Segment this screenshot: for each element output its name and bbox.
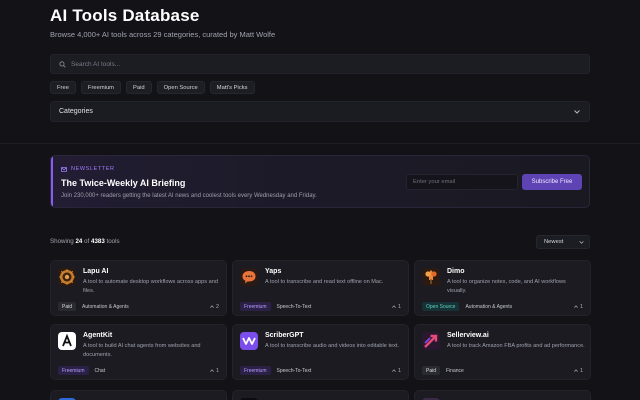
caret-up-icon	[210, 369, 214, 372]
newsletter-banner: NEWSLETTER The Twice-Weekly AI Briefing …	[50, 155, 590, 208]
tool-description: A tool to transcribe and read text offli…	[265, 279, 384, 285]
filter-open-source[interactable]: Open Source	[156, 81, 205, 94]
results-prefix: Showing	[50, 238, 74, 245]
sellerview-logo-icon	[422, 332, 440, 350]
caret-up-icon	[392, 305, 396, 308]
page-title: AI Tools Database	[50, 6, 200, 25]
category-label: Speech-To-Text	[276, 367, 312, 374]
search-icon	[59, 60, 66, 68]
subscribe-button[interactable]: Subscribe Free	[522, 174, 582, 190]
categories-label: Categories	[59, 108, 93, 115]
search-input[interactable]	[71, 60, 551, 68]
upvote-button[interactable]: 2	[210, 302, 219, 311]
sort-dropdown[interactable]: Newest	[536, 235, 590, 249]
tool-name: AgentKit	[83, 332, 113, 339]
lapu-logo-icon	[58, 268, 76, 286]
results-of: of	[84, 238, 90, 245]
tool-card[interactable]: ScriberGPT A tool to transcribe audio an…	[232, 324, 409, 380]
vote-count: 1	[579, 303, 583, 310]
section-divider	[0, 143, 640, 144]
sort-label: Newest	[544, 239, 564, 245]
category-label: Finance	[446, 367, 464, 374]
results-count: Showing 24 of 4383 tools	[50, 238, 120, 245]
mail-icon	[61, 166, 67, 172]
tool-card[interactable]	[50, 390, 227, 400]
caret-up-icon	[210, 305, 214, 308]
filter-free[interactable]: Free	[50, 81, 76, 94]
category-label: Automation & Agents	[465, 303, 513, 310]
upvote-button[interactable]: 1	[210, 366, 219, 375]
upvote-button[interactable]: 1	[574, 302, 583, 311]
chevron-down-icon	[579, 240, 584, 244]
tool-description: A tool to track Amazon FBA profits and a…	[447, 343, 585, 349]
scribergpt-logo-icon	[240, 332, 258, 350]
dimo-logo-icon	[422, 268, 440, 286]
pricing-badge: Open Source	[422, 302, 460, 311]
vote-count: 1	[215, 367, 219, 374]
vote-count: 1	[397, 303, 401, 310]
upvote-button[interactable]: 1	[574, 366, 583, 375]
agentkit-logo-icon	[58, 332, 76, 350]
filter-matts-picks[interactable]: Matt's Picks	[209, 81, 255, 94]
newsletter-accent-bar	[51, 156, 53, 207]
categories-dropdown[interactable]: Categories	[50, 101, 590, 122]
pricing-badge: Paid	[422, 366, 441, 375]
tool-name: Lapu AI	[83, 268, 109, 275]
newsletter-tag: NEWSLETTER	[61, 166, 115, 172]
tool-card[interactable]: Dimo A tool to organize notes, code, and…	[414, 260, 591, 316]
filter-paid[interactable]: Paid	[126, 81, 152, 94]
results-suffix: tools	[106, 238, 120, 245]
tool-name: Dimo	[447, 268, 465, 275]
caret-up-icon	[574, 369, 578, 372]
pricing-badge: Freemium	[240, 366, 271, 375]
page-subtitle: Browse 4,000+ AI tools across 29 categor…	[50, 30, 276, 39]
vote-count: 1	[397, 367, 401, 374]
tool-description: A tool to transcribe audio and videos in…	[265, 343, 400, 349]
results-total: 4383	[91, 238, 105, 245]
upvote-button[interactable]: 1	[392, 302, 401, 311]
vote-count: 1	[579, 367, 583, 374]
tool-card[interactable]: Yaps A tool to transcribe and read text …	[232, 260, 409, 316]
search-bar[interactable]	[50, 54, 590, 74]
newsletter-tag-label: NEWSLETTER	[71, 166, 115, 172]
newsletter-title: The Twice-Weekly AI Briefing	[61, 178, 186, 188]
vote-count: 2	[215, 303, 219, 310]
category-label: Chat	[94, 367, 106, 374]
chevron-down-icon	[574, 109, 580, 114]
category-label: Automation & Agents	[82, 303, 129, 310]
results-shown: 24	[75, 238, 83, 245]
tool-name: ScriberGPT	[265, 332, 304, 339]
tool-description: A tool to organize notes, code, and AI w…	[447, 279, 566, 294]
pricing-badge: Freemium	[240, 302, 271, 311]
pricing-badge: Freemium	[58, 366, 89, 375]
tool-description: A tool to automate desktop workflows acr…	[83, 279, 218, 294]
caret-up-icon	[574, 305, 578, 308]
tool-card[interactable]	[232, 390, 409, 400]
tool-card[interactable]: Lapu AI A tool to automate desktop workf…	[50, 260, 227, 316]
tool-card[interactable]: AgentKit A tool to build AI chat agents …	[50, 324, 227, 380]
tool-card[interactable]: Sellerview.ai A tool to track Amazon FBA…	[414, 324, 591, 380]
category-label: Speech-To-Text	[276, 303, 312, 310]
email-input[interactable]	[406, 174, 518, 190]
newsletter-description: Join 230,000+ readers getting the latest…	[61, 193, 317, 199]
filter-chips: Free Freemium Paid Open Source Matt's Pi…	[50, 81, 255, 94]
tool-description: A tool to build AI chat agents from webs…	[83, 343, 201, 358]
tool-card[interactable]	[414, 390, 591, 400]
tool-name: Sellerview.ai	[447, 332, 489, 339]
pricing-badge: Paid	[58, 302, 77, 311]
yaps-logo-icon	[240, 268, 258, 286]
upvote-button[interactable]: 1	[392, 366, 401, 375]
filter-freemium[interactable]: Freemium	[80, 81, 122, 94]
tool-name: Yaps	[265, 268, 282, 275]
caret-up-icon	[392, 369, 396, 372]
